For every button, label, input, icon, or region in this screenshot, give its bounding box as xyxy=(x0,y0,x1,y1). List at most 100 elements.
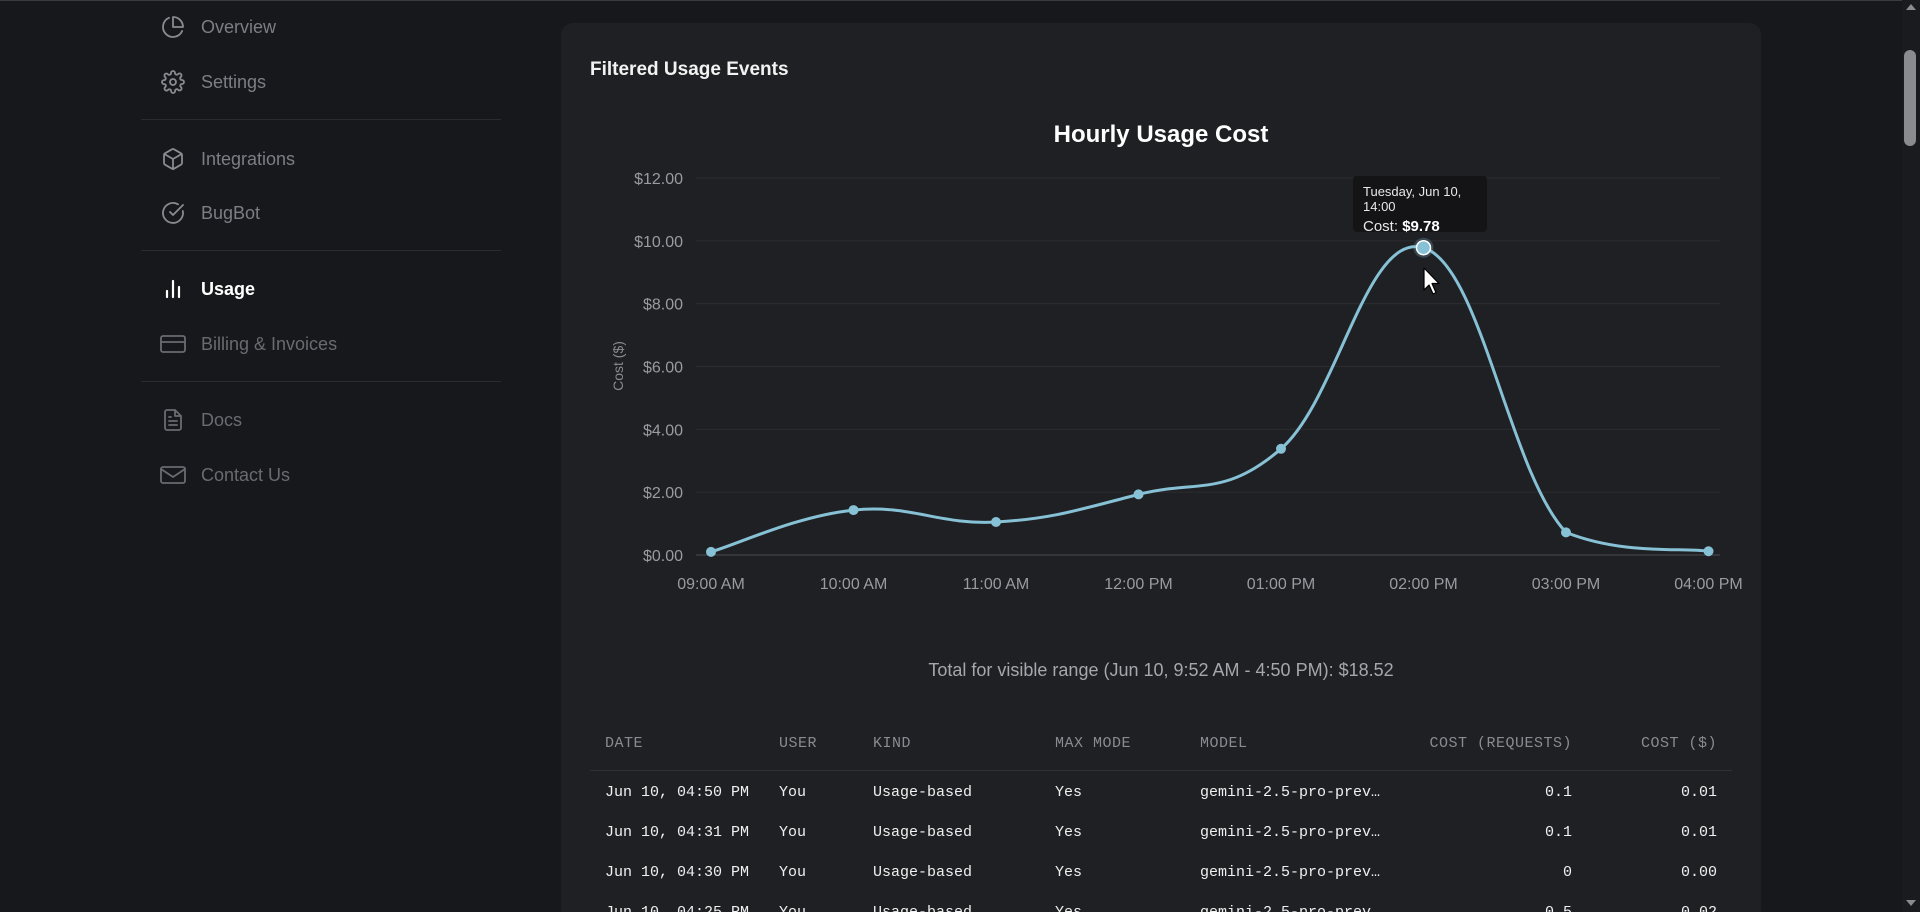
cell-date: Jun 10, 04:30 PM xyxy=(605,864,750,881)
data-point[interactable] xyxy=(1561,527,1571,538)
cell-cost-dollars: 0.02 xyxy=(1681,904,1717,912)
cell-date: Jun 10, 04:31 PM xyxy=(605,824,750,841)
tooltip-cost-label: Cost: xyxy=(1363,218,1399,235)
sidebar-item-label: Usage xyxy=(201,278,256,299)
table-row[interactable]: Jun 10, 04:30 PM You Usage-based Yes gem… xyxy=(590,851,1732,891)
tooltip-cost-value: $9.78 xyxy=(1402,218,1440,235)
sidebar-item-settings[interactable]: Settings xyxy=(141,62,501,102)
cell-cost-requests: 0.1 xyxy=(1544,824,1572,841)
cell-model: gemini-2.5-pro-prev… xyxy=(1200,864,1381,881)
x-tick-label: 12:00 PM xyxy=(1104,576,1172,593)
y-tick-label: $6.00 xyxy=(643,360,683,377)
table-row[interactable]: Jun 10, 04:50 PM You Usage-based Yes gem… xyxy=(590,771,1732,811)
cell-cost-dollars: 0.00 xyxy=(1680,864,1717,881)
cell-user: You xyxy=(779,784,807,801)
sidebar-item-billing[interactable]: Billing & Invoices xyxy=(141,324,501,364)
series-line xyxy=(710,245,1709,554)
column-header-max-mode[interactable]: MAX MODE xyxy=(1055,735,1131,752)
sidebar-item-overview[interactable]: Overview xyxy=(141,7,501,47)
y-tick-label: $10.00 xyxy=(634,234,683,251)
x-tick-label: 03:00 PM xyxy=(1532,576,1600,593)
table-row[interactable]: Jun 10, 04:25 PM You Usage-based Yes gem… xyxy=(590,891,1732,912)
window-top-border xyxy=(0,0,1920,1)
cell-user: You xyxy=(779,824,807,841)
cell-max-mode: Yes xyxy=(1055,864,1083,881)
sidebar-item-label: BugBot xyxy=(201,202,261,223)
y-tick-label: $2.00 xyxy=(643,485,683,502)
data-point[interactable] xyxy=(1415,239,1432,256)
cell-date: Jun 10, 04:50 PM xyxy=(605,784,750,801)
cell-max-mode: Yes xyxy=(1055,824,1083,841)
column-header-model[interactable]: MODEL xyxy=(1200,735,1248,752)
x-tick-label: 11:00 AM xyxy=(963,576,1029,593)
cell-model: gemini-2.5-pro-prev… xyxy=(1200,824,1381,841)
scroll-down-arrow-icon[interactable] xyxy=(1906,900,1916,906)
sidebar-divider xyxy=(141,381,501,382)
y-tick-label: $4.00 xyxy=(643,422,683,439)
data-point[interactable] xyxy=(848,505,859,516)
x-tick-label: 09:00 AM xyxy=(677,576,745,593)
check-circle-icon xyxy=(160,200,186,226)
cell-max-mode: Yes xyxy=(1055,784,1083,801)
cell-model: gemini-2.5-pro-prev… xyxy=(1200,904,1380,912)
sidebar-item-contact[interactable]: Contact Us xyxy=(141,455,501,495)
x-tick-label: 02:00 PM xyxy=(1389,576,1457,593)
data-point[interactable] xyxy=(1703,546,1714,557)
sidebar-item-usage[interactable]: Usage xyxy=(141,269,501,309)
column-header-user[interactable]: USER xyxy=(779,735,817,752)
sidebar-divider xyxy=(141,119,501,120)
column-header-kind[interactable]: KIND xyxy=(873,735,911,752)
cell-user: You xyxy=(779,904,806,912)
sidebar-item-integrations[interactable]: Integrations xyxy=(141,139,501,179)
x-tick-label: 04:00 PM xyxy=(1674,576,1742,593)
cell-kind: Usage-based xyxy=(873,784,973,801)
y-tick-label: $0.00 xyxy=(643,548,683,565)
table-row[interactable]: Jun 10, 04:31 PM You Usage-based Yes gem… xyxy=(590,811,1732,851)
y-axis-label: Cost ($) xyxy=(610,341,626,391)
cell-kind: Usage-based xyxy=(873,824,973,841)
x-axis-ticks: 09:00 AM 10:00 AM 11:00 AM 12:00 PM 01:00 PM… xyxy=(677,576,1743,593)
sidebar-divider xyxy=(141,250,501,251)
document-icon xyxy=(160,407,186,433)
mail-icon xyxy=(160,462,186,488)
column-header-date[interactable]: DATE xyxy=(605,735,643,752)
table-header: DATE USER KIND MAX MODE MODEL COST (REQU… xyxy=(590,735,1732,771)
sidebar-item-label: Billing & Invoices xyxy=(201,333,338,354)
sidebar-item-label: Contact Us xyxy=(201,464,291,485)
data-point[interactable] xyxy=(706,546,716,557)
cell-kind: Usage-based xyxy=(873,904,972,912)
cell-cost-requests: 0.1 xyxy=(1544,784,1572,801)
scroll-up-arrow-icon[interactable] xyxy=(1906,4,1916,10)
sidebar-item-docs[interactable]: Docs xyxy=(141,400,501,440)
data-point[interactable] xyxy=(991,517,1001,528)
cell-cost-dollars: 0.01 xyxy=(1680,784,1717,801)
y-tick-label: $12.00 xyxy=(634,171,683,188)
scrollbar-thumb[interactable] xyxy=(1904,50,1916,146)
hourly-usage-chart[interactable]: $0.00 $2.00 $4.00 $6.00 $8.00 $10.00 $12.00 09… xyxy=(561,23,1761,623)
x-tick-label: 01:00 PM xyxy=(1247,576,1315,593)
sidebar-item-label: Settings xyxy=(201,71,267,92)
cell-model: gemini-2.5-pro-prev… xyxy=(1200,784,1381,801)
mouse-cursor-icon xyxy=(1423,267,1440,295)
cell-date: Jun 10, 04:25 PM xyxy=(605,904,749,912)
cell-kind: Usage-based xyxy=(873,864,973,881)
chart-tooltip: Tuesday, Jun 10, 14:00 Cost: $9.78 xyxy=(1353,176,1487,235)
sidebar-item-bugbot[interactable]: BugBot xyxy=(141,193,501,233)
x-tick-label: 10:00 AM xyxy=(820,576,888,593)
data-point[interactable] xyxy=(1276,443,1286,454)
credit-card-icon xyxy=(160,331,186,357)
tooltip-date: Tuesday, Jun 10, 14:00 xyxy=(1363,184,1462,214)
cell-user: You xyxy=(779,864,807,881)
cell-max-mode: Yes xyxy=(1055,904,1082,912)
cell-cost-requests: 0 xyxy=(1562,864,1572,881)
column-header-cost-dollars[interactable]: COST ($) xyxy=(1641,735,1717,752)
tooltip-cost: Cost: $9.78 xyxy=(1363,218,1477,235)
bar-chart-icon xyxy=(160,276,186,302)
column-header-cost-requests[interactable]: COST (REQUESTS) xyxy=(1429,735,1572,752)
usage-events-table: DATE USER KIND MAX MODE MODEL COST (REQU… xyxy=(590,735,1732,912)
gear-icon xyxy=(160,69,186,95)
y-axis-ticks: $0.00 $2.00 $4.00 $6.00 $8.00 $10.00 $12.00 xyxy=(634,171,683,565)
visible-range-total: Total for visible range (Jun 10, 9:52 AM… xyxy=(928,660,1394,680)
data-point[interactable] xyxy=(1133,489,1144,500)
data-points xyxy=(706,237,1714,557)
